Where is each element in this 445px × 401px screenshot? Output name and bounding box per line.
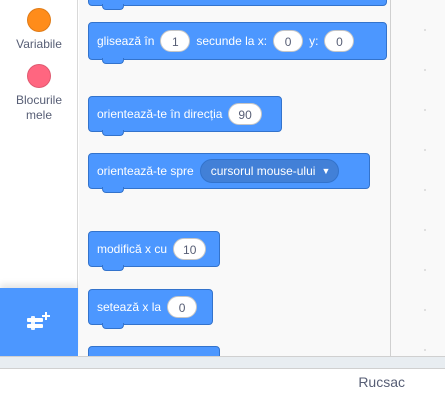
glide-label-3: y: — [309, 34, 319, 48]
block-glide-to-xy[interactable]: glisează în 1 secunde la x: 0 y: 0 — [88, 22, 387, 64]
sprite-bar: Rucsac — [0, 369, 445, 401]
block-point-towards[interactable]: orientează-te spre cursorul mouse-ului ▼ — [88, 153, 370, 193]
point-direction-label: orientează-te în direcția — [97, 107, 223, 121]
category-variables[interactable]: Variabile — [0, 8, 78, 52]
glide-x-input[interactable]: 0 — [273, 30, 304, 52]
block-partial-top[interactable] — [88, 0, 387, 10]
block-set-x[interactable]: setează x la 0 — [88, 289, 213, 329]
point-towards-option: cursorul mouse-ului — [210, 164, 316, 178]
glide-y-input[interactable]: 0 — [324, 30, 355, 52]
category-my-blocks-label: Blocurile mele — [15, 93, 63, 122]
category-my-blocks[interactable]: Blocurile mele — [0, 64, 78, 123]
my-blocks-category-dot-icon — [27, 64, 51, 88]
dropdown-caret-icon: ▼ — [321, 166, 331, 176]
glide-seconds-input[interactable]: 1 — [160, 30, 191, 52]
direction-input[interactable]: 90 — [228, 103, 262, 125]
change-x-label: modifică x cu — [97, 242, 168, 256]
glide-label-1: glisează în — [97, 34, 155, 48]
variables-category-dot-icon — [27, 8, 51, 32]
glide-label-2: secunde la x: — [196, 34, 268, 48]
block-change-x[interactable]: modifică x cu 10 — [88, 231, 220, 271]
set-x-label: setează x la — [97, 300, 162, 314]
add-extension-icon — [27, 312, 50, 330]
add-extension-button[interactable] — [0, 288, 78, 356]
set-x-input[interactable]: 0 — [167, 296, 198, 318]
block-point-in-direction[interactable]: orientează-te în direcția 90 — [88, 96, 282, 136]
block-partial-bottom[interactable] — [88, 346, 220, 356]
script-workspace[interactable] — [390, 0, 445, 356]
point-towards-dropdown[interactable]: cursorul mouse-ului ▼ — [199, 159, 340, 183]
change-x-input[interactable]: 10 — [173, 238, 207, 260]
category-variables-label: Variabile — [16, 37, 62, 51]
block-palette: glisează în 1 secunde la x: 0 y: 0 orien… — [79, 0, 390, 356]
point-towards-label: orientează-te spre — [97, 164, 194, 178]
bottom-divider — [0, 356, 445, 369]
sprite-name[interactable]: Rucsac — [358, 374, 405, 390]
